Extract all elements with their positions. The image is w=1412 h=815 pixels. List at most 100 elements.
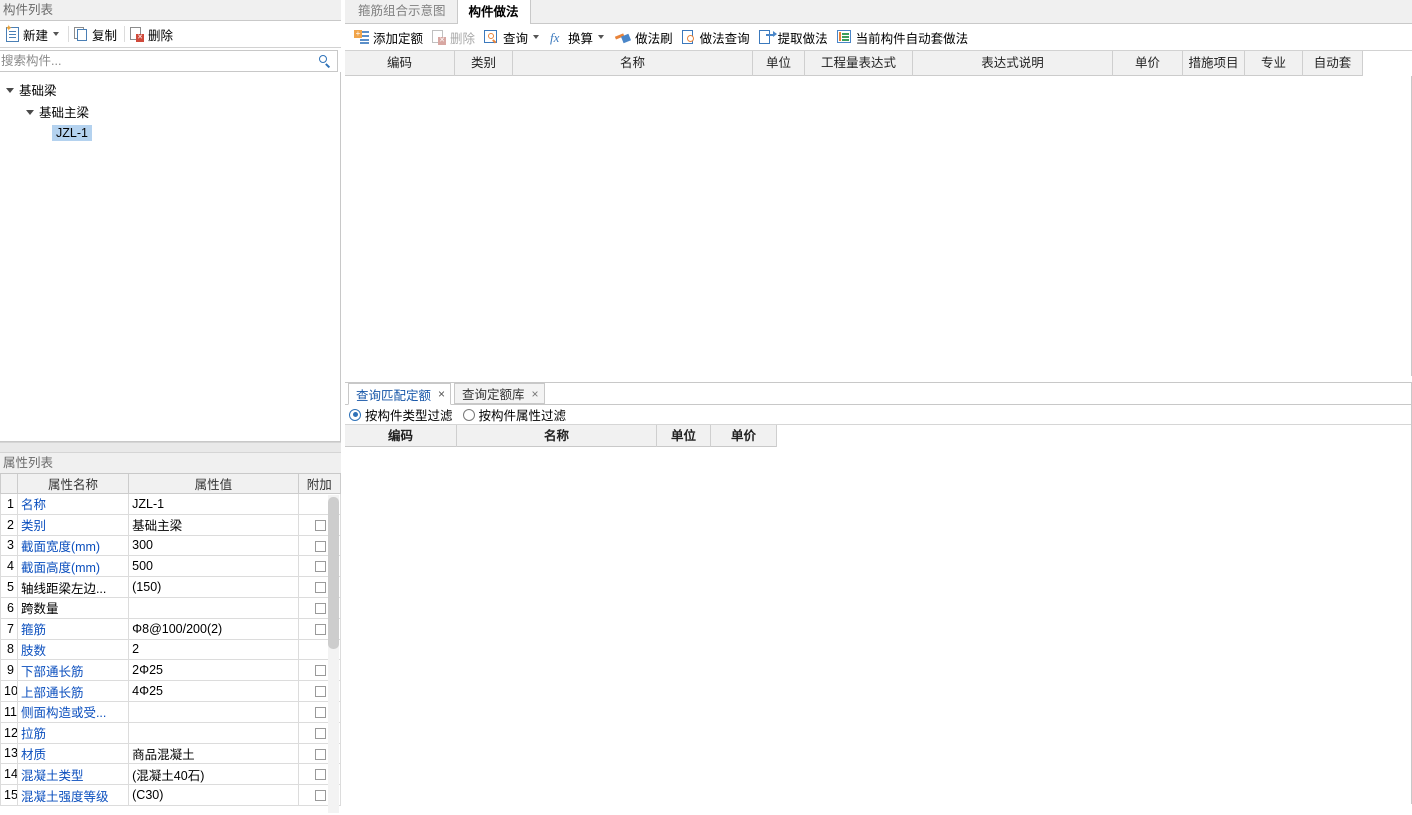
table-row[interactable]: 3 截面宽度(mm) 300 [0,534,341,557]
dock-col-unit[interactable]: 单位 [657,425,711,447]
property-name[interactable]: 混凝土强度等级 [16,784,130,806]
tab-component-method[interactable]: 构件做法 [456,0,531,24]
property-value[interactable] [128,700,299,723]
attach-checkbox[interactable] [315,727,327,739]
table-row[interactable]: 7 箍筋 Φ8@100/200(2) [0,617,341,640]
dock-col-unit-price[interactable]: 单价 [711,425,777,447]
grid-col-unit-price[interactable]: 单价 [1113,51,1183,76]
property-value[interactable]: 商品混凝土 [128,742,299,765]
property-name[interactable]: 混凝土类型 [16,763,130,786]
property-name[interactable]: 截面宽度(mm) [16,534,130,557]
method-query-button[interactable]: 做法查询 [679,26,756,48]
property-name[interactable]: 侧面构造或受... [16,700,130,723]
property-name[interactable]: 拉筋 [16,721,130,744]
table-row[interactable]: 11 侧面构造或受... [0,700,341,723]
expand-arrow-icon[interactable] [6,88,14,93]
filter-by-component-property[interactable]: 按构件属性过滤 [462,405,566,424]
property-value[interactable]: 300 [128,534,299,557]
property-value[interactable]: JZL-1 [128,493,299,515]
chevron-down-icon[interactable] [598,35,605,39]
table-row[interactable]: 12 拉筋 [0,721,341,744]
table-row[interactable]: 13 材质 商品混凝土 [0,742,341,765]
attach-checkbox[interactable] [315,790,327,802]
attach-checkbox[interactable] [315,707,327,719]
property-value[interactable]: 2Φ25 [128,659,299,682]
extract-method-button[interactable]: 提取做法 [756,26,834,48]
delete-quota-button[interactable]: ✕ 删除 [429,26,481,48]
method-brush-button[interactable]: 做法刷 [612,26,679,48]
grid-col-qty-expr[interactable]: 工程量表达式 [805,51,913,76]
radio-button-icon[interactable] [462,408,475,421]
property-scrollbar[interactable] [328,495,339,813]
scrollbar-thumb[interactable] [328,497,339,649]
property-value[interactable]: 基础主梁 [128,513,299,536]
property-value[interactable] [128,721,299,744]
attach-checkbox[interactable] [315,623,327,635]
property-value[interactable]: (C30) [128,784,299,806]
chevron-down-icon[interactable] [53,32,60,36]
attach-checkbox[interactable] [315,519,327,531]
table-row[interactable]: 9 下部通长筋 2Φ25 [0,659,341,682]
tree-node-main-foundation-beam[interactable]: 基础主梁 [0,100,340,122]
expand-arrow-icon[interactable] [26,110,34,115]
table-row[interactable]: 6 跨数量 [0,596,341,619]
property-value[interactable]: 2 [128,638,299,661]
copy-component-button[interactable]: 复制 [71,23,122,45]
table-row[interactable]: 4 截面高度(mm) 500 [0,555,341,578]
horizontal-splitter[interactable] [0,442,341,453]
dock-col-name[interactable]: 名称 [457,425,657,447]
tab-query-quota-library[interactable]: 查询定额库 × [454,383,545,404]
property-value[interactable]: (150) [128,576,299,598]
attach-checkbox[interactable] [315,561,327,573]
attach-checkbox[interactable] [315,748,327,760]
search-input[interactable] [0,51,337,71]
tab-stirrup-diagram[interactable]: 箍筋组合示意图 [347,0,457,23]
method-grid-body[interactable] [345,76,1412,376]
filter-by-component-type[interactable]: 按构件类型过滤 [349,405,453,424]
add-quota-button[interactable]: + 添加定额 [351,26,429,48]
table-row[interactable]: 1 名称 JZL-1 [0,493,341,515]
search-icon[interactable] [319,55,332,68]
property-value[interactable] [128,596,299,619]
grid-col-specialty[interactable]: 专业 [1245,51,1303,76]
grid-col-expr-desc[interactable]: 表达式说明 [913,51,1113,76]
close-icon[interactable]: × [532,388,539,400]
table-row[interactable]: 2 类别 基础主梁 [0,513,341,536]
property-value[interactable]: 4Φ25 [128,680,299,702]
grid-col-name[interactable]: 名称 [513,51,753,76]
property-name[interactable]: 下部通长筋 [16,659,130,682]
property-value[interactable]: (混凝土40石) [128,763,299,786]
tree-node-jzl-1[interactable]: JZL-1 [0,122,340,144]
property-name[interactable]: 箍筋 [16,617,130,640]
attach-checkbox[interactable] [315,540,327,552]
query-button[interactable]: 查询 [481,26,547,48]
grid-col-unit[interactable]: 单位 [753,51,805,76]
dock-grid-body[interactable] [345,447,1411,787]
property-value[interactable]: Φ8@100/200(2) [128,617,299,640]
attach-checkbox[interactable] [315,769,327,781]
property-name[interactable]: 名称 [16,493,130,515]
component-tree[interactable]: 基础梁 基础主梁 JZL-1 [0,72,341,442]
grid-col-measure[interactable]: 措施项目 [1183,51,1245,76]
property-name[interactable]: 跨数量 [16,596,130,619]
radio-button-icon[interactable] [349,408,361,421]
attach-checkbox[interactable] [315,686,327,698]
delete-component-button[interactable]: ✕ 删除 [127,23,178,45]
new-component-button[interactable]: ✦ 新建 [3,23,66,45]
auto-match-method-button[interactable]: 当前构件自动套做法 [834,26,975,48]
table-row[interactable]: 8 肢数 2 [0,638,341,661]
search-component-box[interactable] [0,50,338,72]
table-row[interactable]: 15 混凝土强度等级 (C30) [0,784,341,806]
property-name[interactable]: 肢数 [16,638,130,661]
convert-button[interactable]: fx 换算 [547,26,612,48]
property-name[interactable]: 上部通长筋 [16,680,130,702]
chevron-down-icon[interactable] [533,35,540,39]
property-name[interactable]: 材质 [16,742,130,765]
property-name[interactable]: 类别 [16,513,130,536]
attach-checkbox[interactable] [315,603,327,615]
tab-query-matched-quota[interactable]: 查询匹配定额 × [348,383,452,405]
tree-node-foundation-beam[interactable]: 基础梁 [0,78,340,100]
dock-col-code[interactable]: 编码 [345,425,457,447]
grid-col-category[interactable]: 类别 [455,51,513,76]
property-name[interactable]: 截面高度(mm) [16,555,130,578]
